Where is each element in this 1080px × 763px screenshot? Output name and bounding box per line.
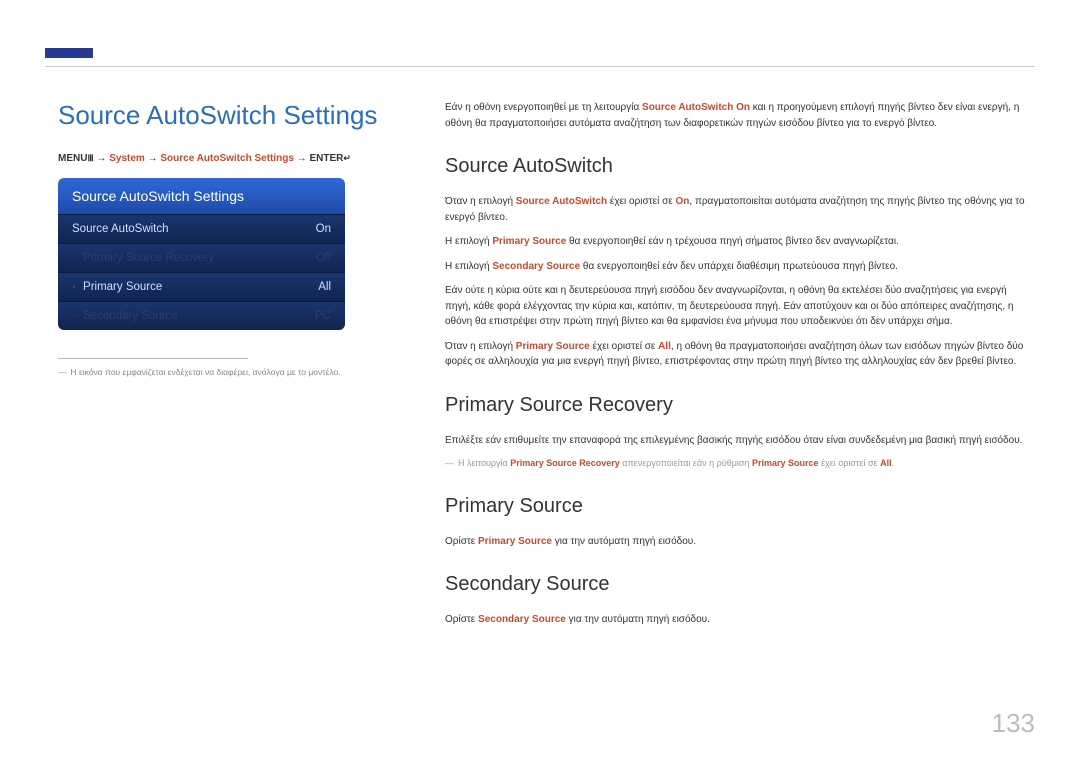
arrow-icon: →	[148, 153, 158, 164]
dash-icon: ―	[445, 458, 454, 468]
osd-menu-title: Source AutoSwitch Settings	[58, 178, 345, 214]
osd-menu-row[interactable]: Source AutoSwitch On	[58, 214, 345, 243]
osd-row-value: All	[318, 281, 331, 293]
body-text: Όταν η επιλογή Source AutoSwitch έχει ορ…	[445, 194, 1025, 225]
page-title: Source AutoSwitch Settings	[58, 100, 393, 131]
osd-row-label: Source AutoSwitch	[72, 223, 169, 235]
body-text: Επιλέξτε εάν επιθυμείτε την επαναφορά τη…	[445, 433, 1025, 449]
arrow-icon: →	[96, 153, 106, 164]
breadcrumb-settings: Source AutoSwitch Settings	[160, 153, 294, 164]
left-column: Source AutoSwitch Settings MENUⅢ → Syste…	[58, 100, 393, 377]
body-text: Η επιλογή Primary Source θα ενεργοποιηθε…	[445, 234, 1025, 250]
osd-menu-row[interactable]: · Primary Source All	[58, 272, 345, 301]
right-column: Εάν η οθόνη ενεργοποιηθεί με τη λειτουργ…	[445, 100, 1025, 637]
body-text: Η επιλογή Secondary Source θα ενεργοποιη…	[445, 259, 1025, 275]
heading-secondary-source: Secondary Source	[445, 569, 1025, 600]
heading-source-autoswitch: Source AutoSwitch	[445, 151, 1025, 182]
image-disclaimer: ―Η εικόνα που εμφανίζεται ενδέχεται να δ…	[58, 367, 393, 377]
heading-primary-source-recovery: Primary Source Recovery	[445, 390, 1025, 421]
note-text: ―Η λειτουργία Primary Source Recovery απ…	[445, 457, 1025, 471]
menu-icon: Ⅲ	[87, 153, 93, 164]
body-text: Όταν η επιλογή Primary Source έχει οριστ…	[445, 339, 1025, 370]
intro-paragraph: Εάν η οθόνη ενεργοποιηθεί με τη λειτουργ…	[445, 100, 1025, 131]
osd-menu-row[interactable]: · Primary Source Recovery Off	[58, 243, 345, 272]
header-accent	[45, 48, 93, 58]
osd-row-value: PC	[315, 310, 331, 322]
arrow-icon: →	[297, 153, 307, 164]
heading-primary-source: Primary Source	[445, 491, 1025, 522]
osd-row-label: · Primary Source	[72, 281, 162, 293]
bullet-icon: ·	[72, 310, 79, 322]
osd-row-value: Off	[316, 252, 331, 264]
osd-menu-row[interactable]: · Secondary Source PC	[58, 301, 345, 330]
bullet-icon: ·	[72, 281, 79, 293]
breadcrumb-system: System	[109, 153, 145, 164]
breadcrumb-enter: ENTER	[309, 153, 343, 164]
osd-menu-panel: Source AutoSwitch Settings Source AutoSw…	[58, 178, 345, 330]
osd-row-label: · Secondary Source	[72, 310, 178, 322]
osd-row-label: · Primary Source Recovery	[72, 252, 214, 264]
header-rule	[45, 66, 1035, 67]
body-text: Εάν ούτε η κύρια ούτε και η δευτερεύουσα…	[445, 283, 1025, 330]
breadcrumb: MENUⅢ → System → Source AutoSwitch Setti…	[58, 153, 393, 164]
page-number: 133	[992, 708, 1035, 739]
breadcrumb-menu: MENU	[58, 153, 87, 164]
enter-icon: ↵	[343, 153, 351, 164]
osd-row-value: On	[316, 223, 331, 235]
body-text: Ορίστε Secondary Source για την αυτόματη…	[445, 612, 1025, 628]
bullet-icon: ·	[72, 252, 79, 264]
footnote-rule	[58, 358, 248, 359]
page-header-bar	[45, 48, 1035, 68]
body-text: Ορίστε Primary Source για την αυτόματη π…	[445, 534, 1025, 550]
dash-icon: ―	[58, 367, 67, 377]
